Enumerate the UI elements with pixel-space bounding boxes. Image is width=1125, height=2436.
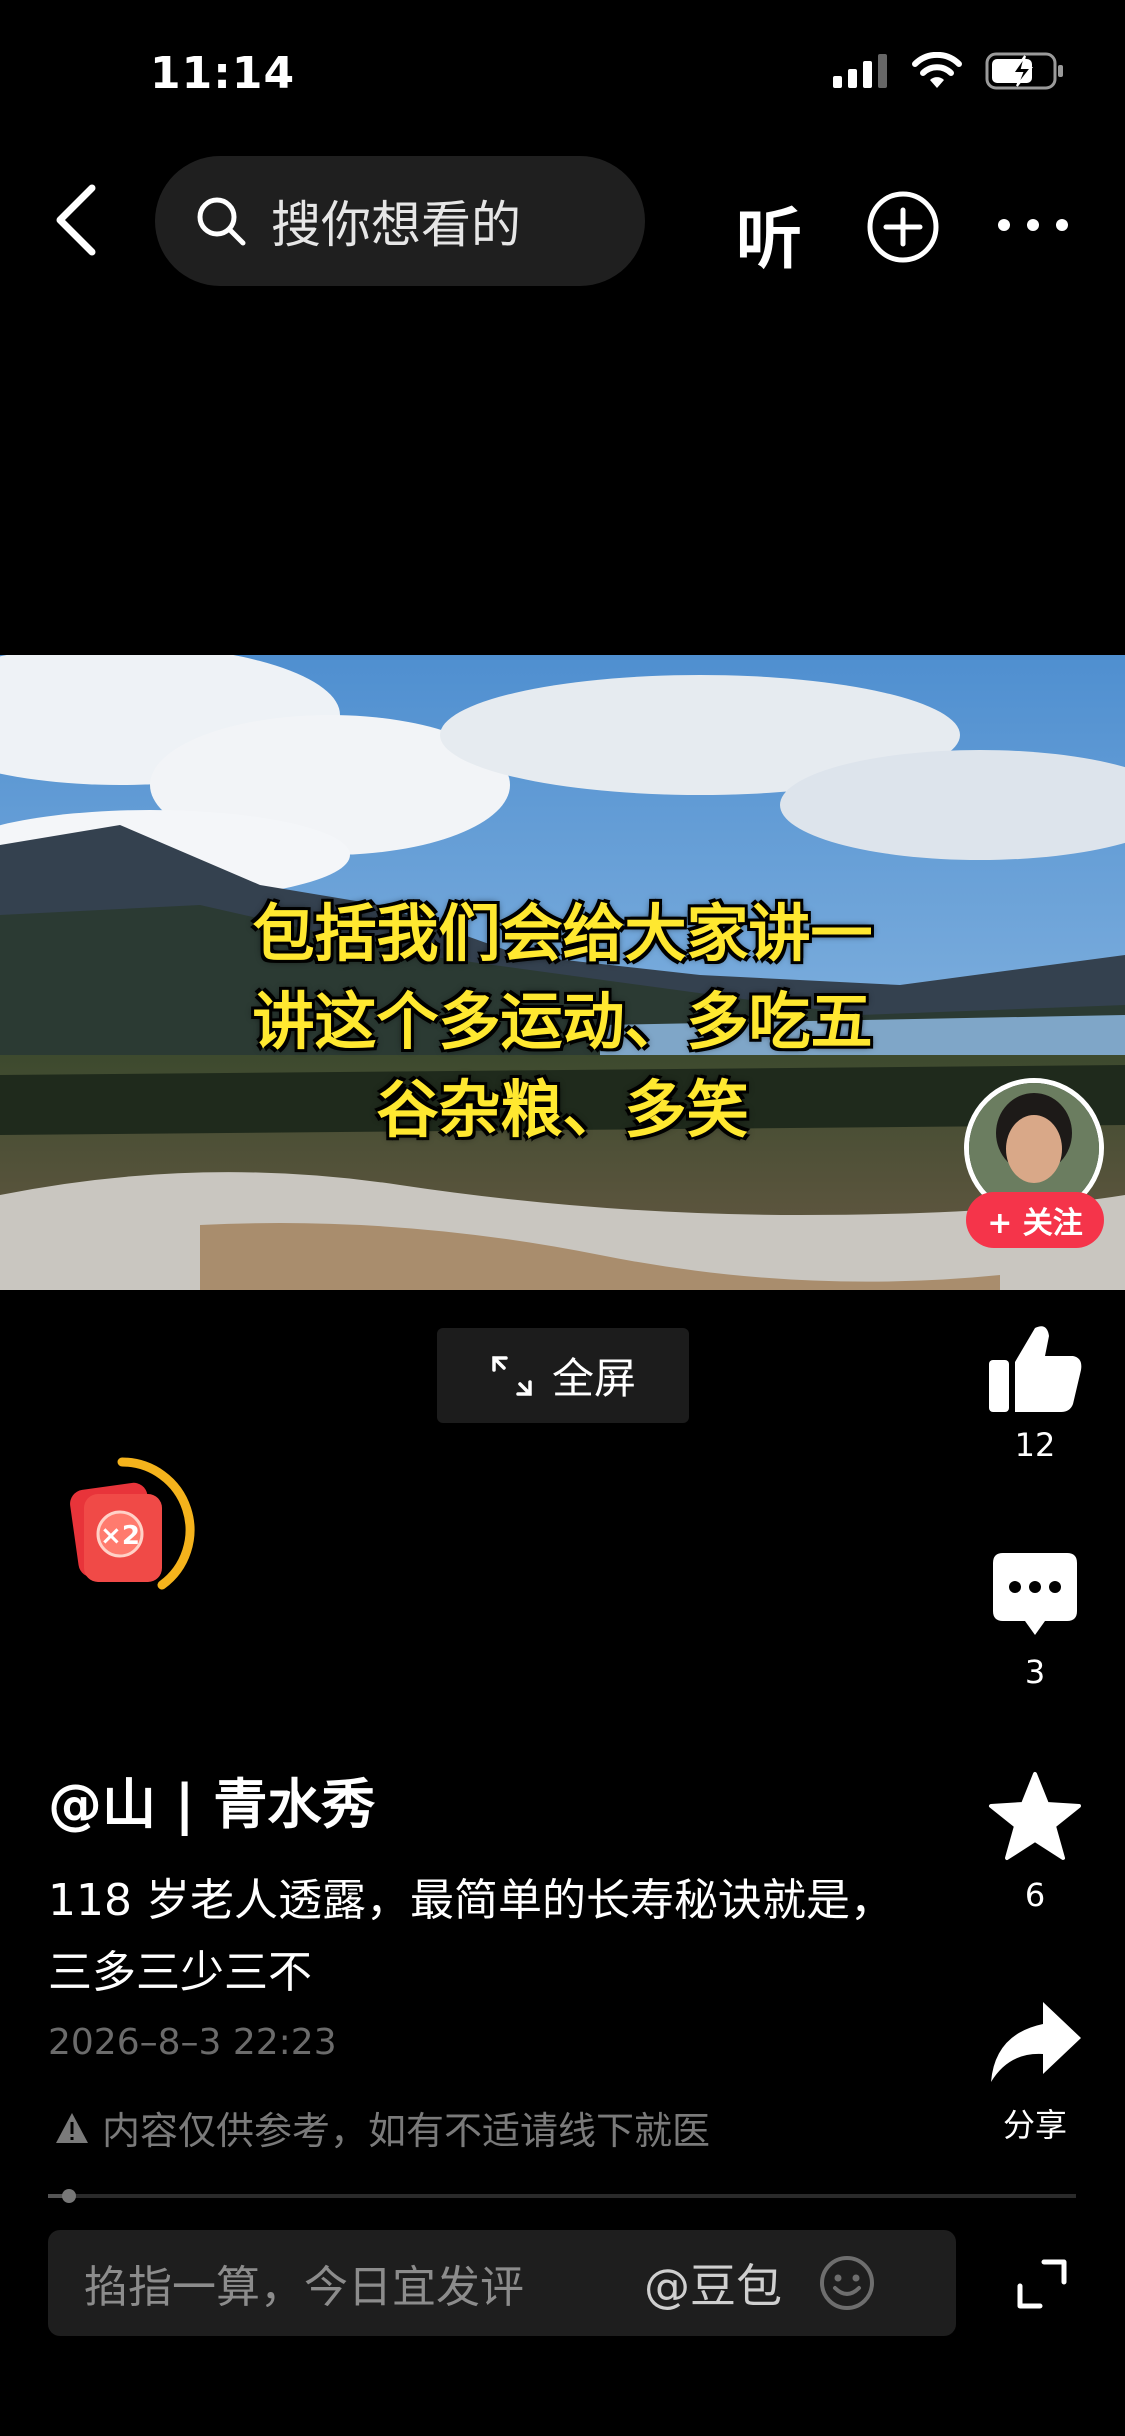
follow-button[interactable]: + 关注 <box>966 1192 1104 1248</box>
signal-icon <box>833 54 887 88</box>
emoji-icon[interactable] <box>818 2254 876 2312</box>
status-icons <box>833 52 1065 90</box>
comment-icon <box>993 1553 1077 1635</box>
expand-icon[interactable] <box>1014 2256 1070 2312</box>
comment-count: 3 <box>1024 1653 1046 1691</box>
comment-action[interactable]: 3 <box>980 1545 1090 1691</box>
share-arrow-icon <box>991 2002 1081 2082</box>
mention-button[interactable]: @豆包 <box>644 2250 794 2316</box>
expand-arrows-icon <box>492 1355 532 1396</box>
star-icon <box>989 1772 1081 1860</box>
medical-notice: 内容仅供参考，如有不适请线下就医 <box>54 2100 710 2155</box>
add-icon[interactable] <box>866 190 940 264</box>
red-packet-icon: ×2 <box>70 1457 195 1590</box>
thumbs-up-icon <box>989 1326 1082 1412</box>
caption-line: 谷杂粮、多笑 <box>376 1073 749 1146</box>
progress-track[interactable] <box>48 2194 1076 2198</box>
more-icon[interactable] <box>996 210 1070 240</box>
battery-icon <box>985 52 1063 90</box>
caption-line: 包括我们会给大家讲一 <box>252 897 873 970</box>
notice-text: 内容仅供参考，如有不适请线下就医 <box>102 2109 711 2153</box>
post-title: 118 岁老人透露，最简单的长寿秘诀就是，三多三少三不 <box>48 1875 894 1998</box>
red-packet-badge: ×2 <box>100 1521 140 1551</box>
back-icon[interactable] <box>48 180 108 260</box>
like-action[interactable]: 12 <box>980 1318 1090 1464</box>
wifi-icon <box>912 52 962 88</box>
caption-line: 讲这个多运动、多吃五 <box>252 985 873 1058</box>
comment-input[interactable]: 掐指一算，今日宜发评 @豆包 <box>48 2230 956 2336</box>
red-packet-widget[interactable]: ×2 <box>62 1450 212 1610</box>
favorite-action[interactable]: 6 <box>980 1768 1090 1914</box>
video-caption: 包括我们会给大家讲一 讲这个多运动、多吃五 谷杂粮、多笑 <box>0 890 1125 1154</box>
listen-button[interactable]: 听 <box>736 186 802 282</box>
progress-knob[interactable] <box>62 2189 76 2203</box>
favorite-count: 6 <box>1024 1876 1046 1914</box>
fullscreen-button[interactable]: 全屏 <box>437 1328 689 1423</box>
share-action[interactable]: 分享 <box>980 1992 1090 2146</box>
comment-placeholder: 掐指一算，今日宜发评 <box>84 2262 524 2313</box>
search-bar[interactable]: 搜你想看的 <box>155 156 645 286</box>
status-time: 11:14 <box>150 48 296 99</box>
like-count: 12 <box>1014 1426 1056 1464</box>
share-label: 分享 <box>1002 2106 1067 2144</box>
fullscreen-label: 全屏 <box>551 1354 636 1403</box>
search-placeholder: 搜你想看的 <box>271 196 521 254</box>
post-date: 2026–8–3 22:23 <box>48 2022 337 2063</box>
author-name[interactable]: @山 | 青水秀 <box>48 1760 375 1839</box>
search-icon <box>197 197 246 246</box>
warning-icon <box>56 2112 88 2143</box>
